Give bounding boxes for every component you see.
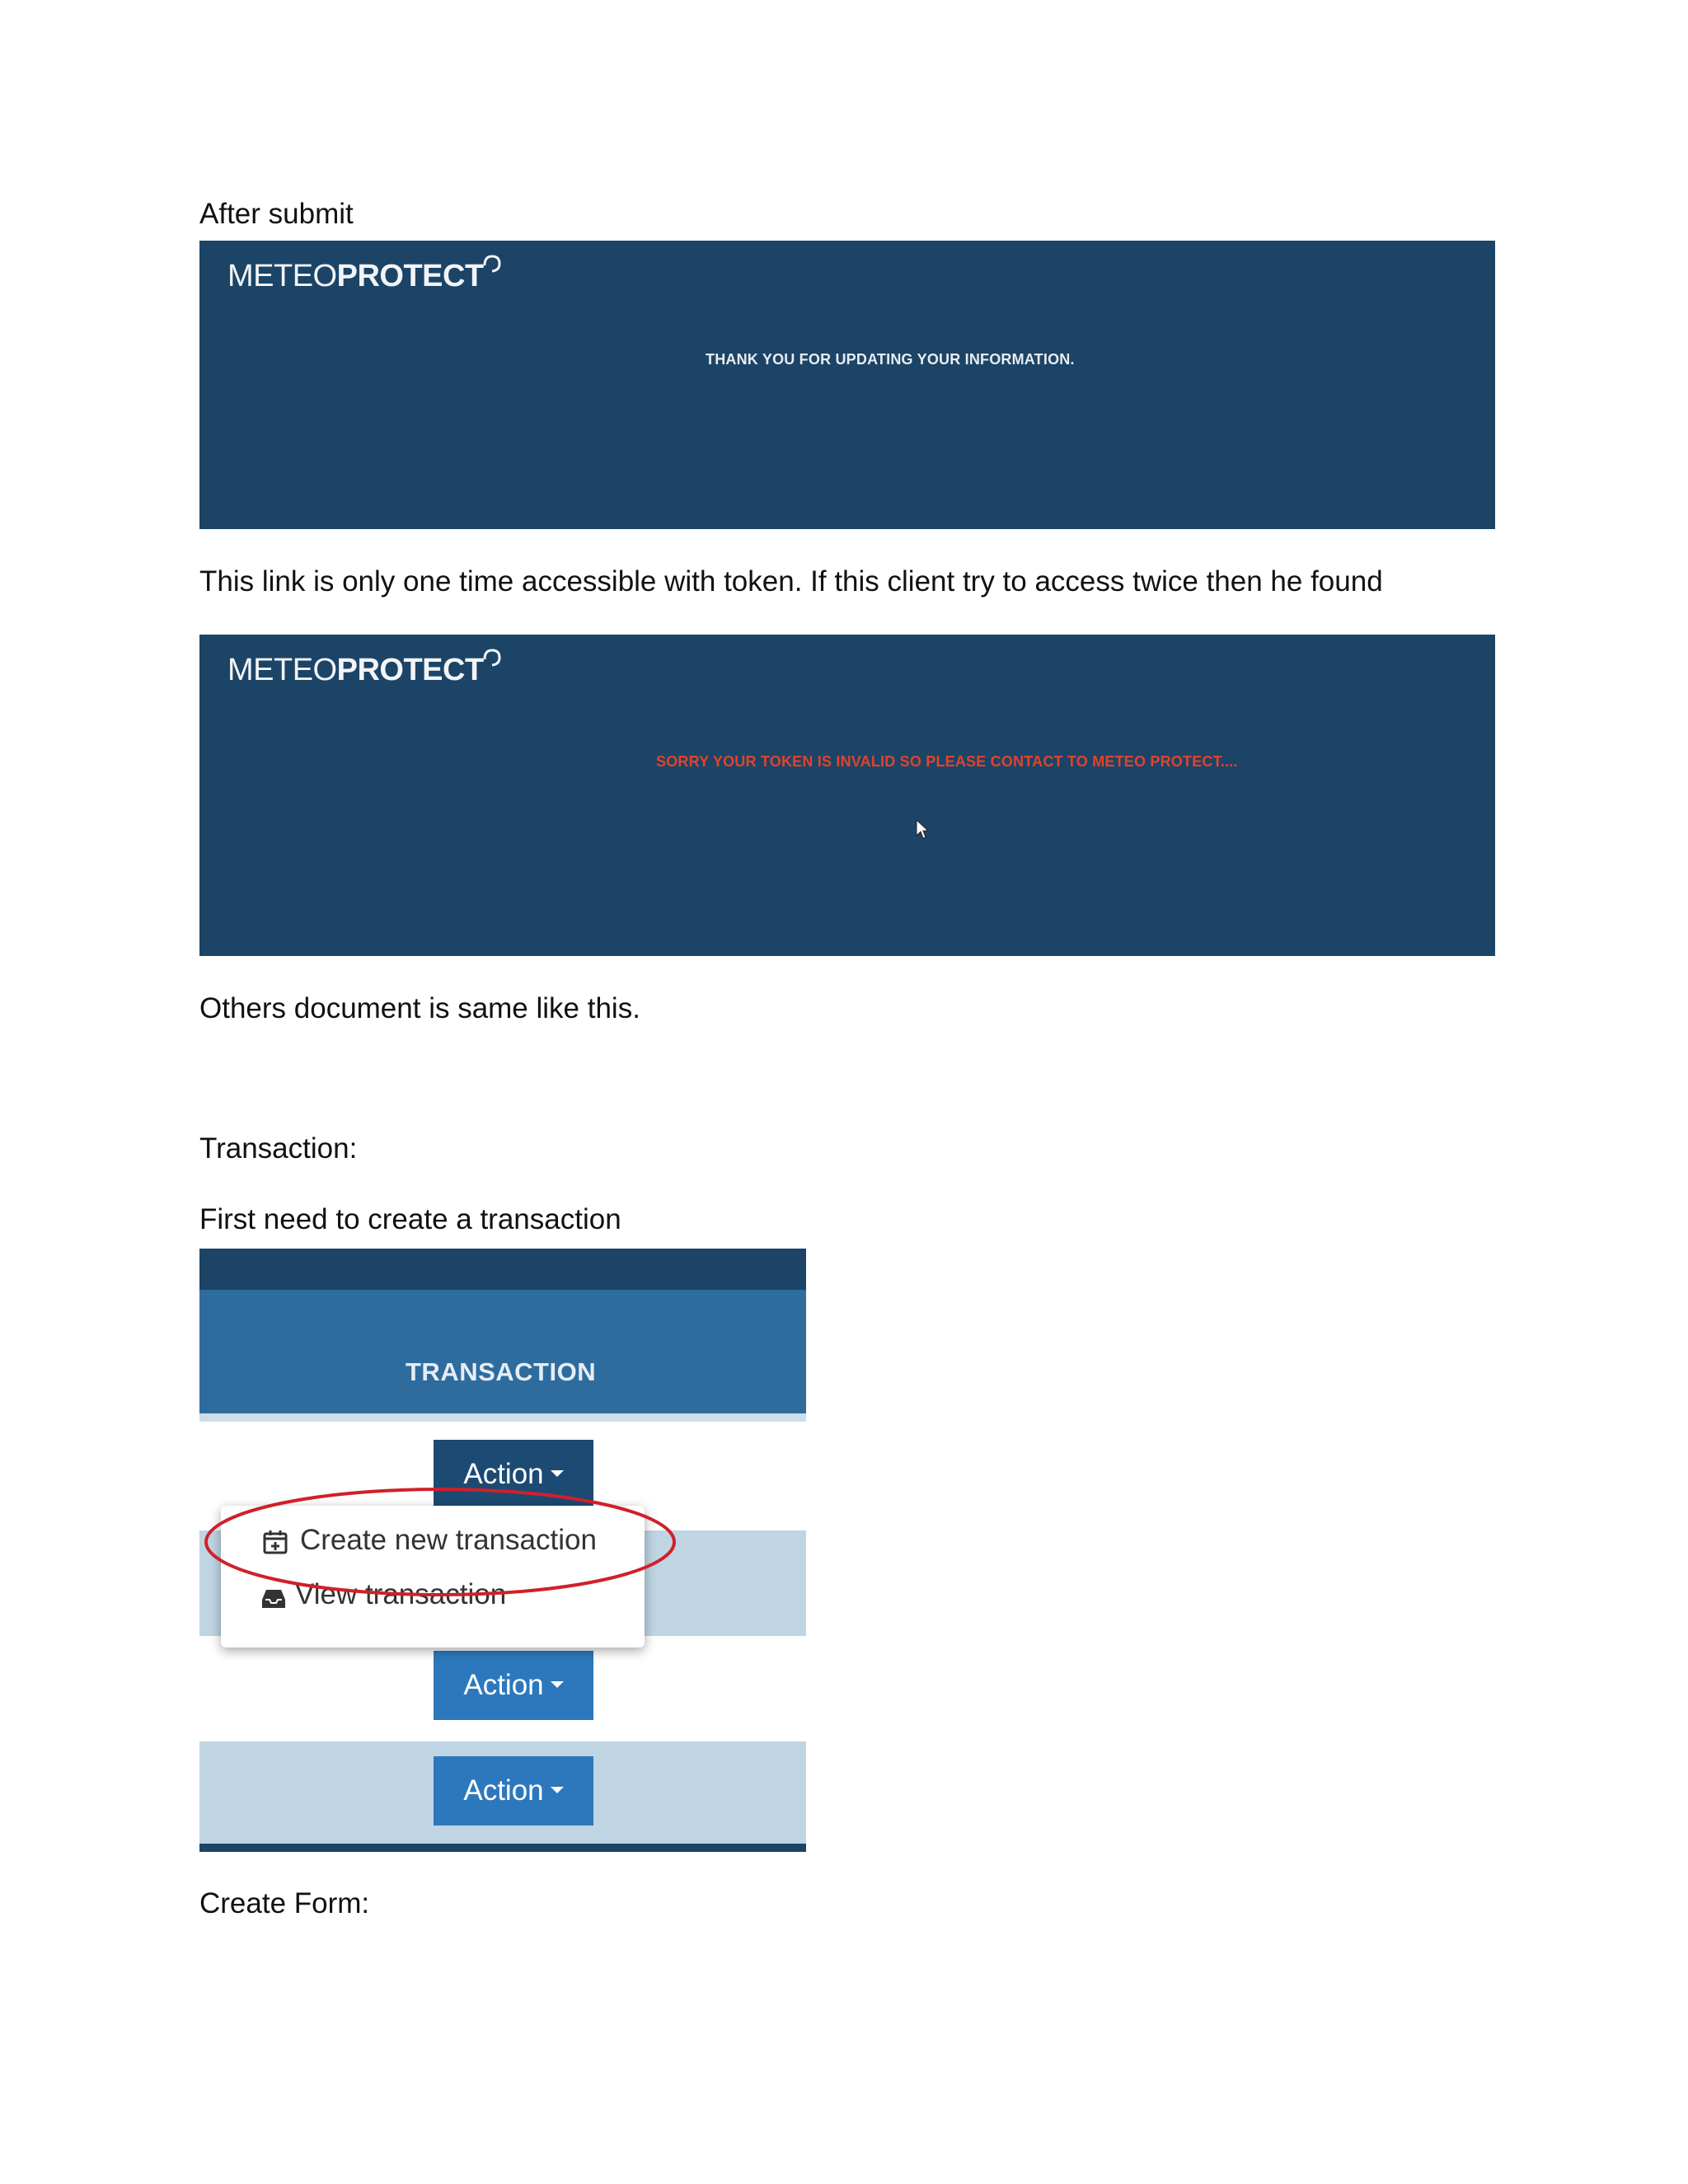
- action-dropdown-button[interactable]: Action: [434, 1756, 593, 1825]
- logo-text-protect: PROTECT: [336, 653, 485, 687]
- top-bar: [199, 1249, 806, 1290]
- doc-text-after-submit: After submit: [199, 198, 354, 230]
- caret-down-icon: [550, 1680, 564, 1688]
- caret-down-icon: [550, 1469, 564, 1477]
- highlight-ellipse-annotation: [204, 1488, 676, 1596]
- transaction-header-title: TRANSACTION: [406, 1357, 597, 1386]
- transaction-screenshot: TRANSACTION Action Action Action Create …: [199, 1249, 806, 1852]
- mouse-cursor-icon: [916, 819, 930, 839]
- doc-text-create-transaction: First need to create a transaction: [199, 1203, 621, 1235]
- doc-text-create-form: Create Form:: [199, 1887, 370, 1919]
- logo-text-meteo: METEO: [227, 653, 337, 687]
- logo-text-meteo: METEO: [227, 259, 337, 293]
- thank-you-screenshot: METEOPROTECT THANK YOU FOR UPDATING YOUR…: [199, 241, 1495, 529]
- meteoprotect-logo: METEOPROTECT: [227, 255, 501, 295]
- caret-down-icon: [550, 1786, 564, 1793]
- invalid-token-message: SORRY YOUR TOKEN IS INVALID SO PLEASE CO…: [656, 753, 1238, 770]
- transaction-header: TRANSACTION: [199, 1290, 806, 1413]
- doc-text-transaction-heading: Transaction:: [199, 1132, 358, 1165]
- logo-swoosh-icon: [483, 649, 501, 667]
- action-button-label: Action: [463, 1774, 544, 1807]
- logo-text-protect: PROTECT: [336, 259, 485, 293]
- meteoprotect-logo: METEOPROTECT: [227, 649, 501, 689]
- action-dropdown-button[interactable]: Action: [434, 1651, 593, 1720]
- bottom-bar: [199, 1844, 806, 1852]
- invalid-token-screenshot: METEOPROTECT SORRY YOUR TOKEN IS INVALID…: [199, 635, 1495, 956]
- header-separator: [199, 1413, 806, 1422]
- thank-you-message: THANK YOU FOR UPDATING YOUR INFORMATION.: [706, 351, 1075, 368]
- logo-swoosh-icon: [483, 255, 501, 273]
- doc-text-token-note: This link is only one time accessible wi…: [199, 565, 1383, 598]
- doc-text-others-same: Others document is same like this.: [199, 992, 640, 1024]
- action-button-label: Action: [463, 1669, 544, 1701]
